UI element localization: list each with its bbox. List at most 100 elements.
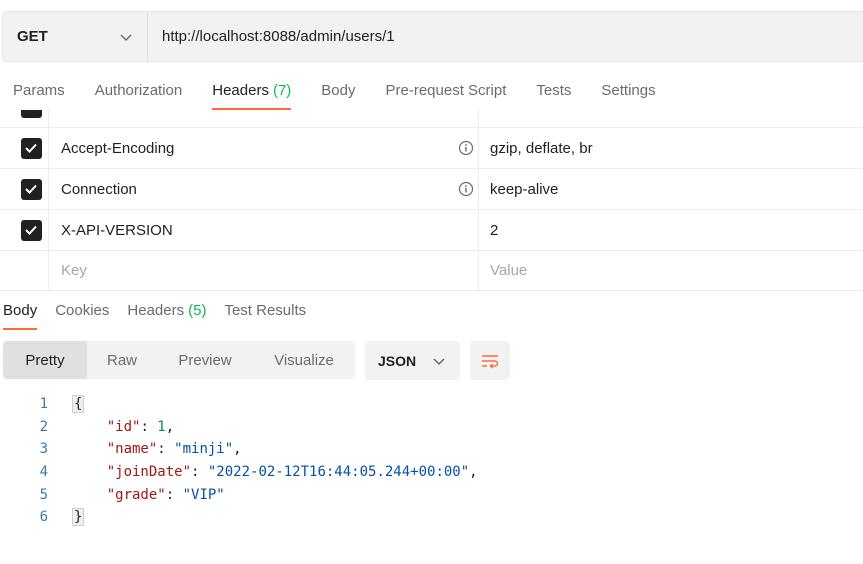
tab-body[interactable]: Body <box>321 80 355 112</box>
value-cell[interactable]: 2 <box>479 210 863 250</box>
visualize-button[interactable]: Visualize <box>253 341 355 379</box>
tab-response-headers[interactable]: Headers (5) <box>127 300 206 332</box>
check-icon <box>25 184 37 194</box>
method-select[interactable]: GET <box>3 12 148 61</box>
tab-cookies[interactable]: Cookies <box>55 300 109 332</box>
header-key: Accept-Encoding <box>61 139 175 157</box>
tab-label: Settings <box>601 82 656 99</box>
language-label: JSON <box>378 352 417 369</box>
value-cell[interactable]: gzip, deflate, br <box>479 128 863 168</box>
tab-label: Body <box>321 82 356 99</box>
json-key: "grade" <box>106 486 166 503</box>
check-icon <box>25 225 37 235</box>
response-body: 1 { 2 "id": 1, 3 "name": "minji", 4 "joi… <box>0 393 478 529</box>
tab-settings[interactable]: Settings <box>601 80 655 112</box>
line-number: 4 <box>39 464 48 481</box>
json-value: "minji" <box>174 441 234 458</box>
checkbox-cell <box>0 128 49 168</box>
tab-label: Test Results <box>224 302 307 319</box>
key-input[interactable]: Key <box>49 251 479 290</box>
tab-pre-request-script[interactable]: Pre-request Script <box>386 80 507 112</box>
headers-table: Accept-Encoding gzip, deflate, br Connec… <box>0 110 863 291</box>
code-line: 1 { <box>0 393 478 416</box>
line-number: 2 <box>39 418 48 435</box>
value-cell[interactable]: keep-alive <box>479 169 863 209</box>
value-placeholder: Value <box>490 262 528 279</box>
checkbox-cell <box>0 251 49 290</box>
info-icon[interactable] <box>458 181 474 197</box>
response-headers-count: (5) <box>188 302 207 319</box>
key-cell[interactable]: Connection <box>49 169 479 209</box>
header-value: gzip, deflate, br <box>490 139 593 157</box>
line-number: 3 <box>39 441 48 458</box>
wrap-lines-button[interactable] <box>470 341 510 380</box>
table-row: X-API-VERSION 2 <box>0 209 863 250</box>
tab-label: Params <box>13 82 65 99</box>
request-tabs: Params Authorization Headers (7) Body Pre… <box>0 80 673 112</box>
tab-label: Body <box>3 302 38 319</box>
tab-label: Pre-request Script <box>385 82 507 99</box>
header-key: X-API-VERSION <box>61 221 173 239</box>
code-line: 3 "name": "minji", <box>0 438 478 461</box>
format-group: Pretty Raw Preview Visualize <box>3 341 355 379</box>
language-select[interactable]: JSON <box>365 341 460 380</box>
url-input[interactable]: http://localhost:8088/admin/users/1 <box>148 12 863 61</box>
checkbox-cell <box>0 110 49 127</box>
tab-label: Authorization <box>94 82 183 99</box>
checkbox[interactable] <box>20 137 42 159</box>
checkbox[interactable] <box>20 110 42 118</box>
code-line: 2 "id": 1, <box>0 416 478 439</box>
json-key: "joinDate" <box>106 464 192 481</box>
tab-label: Tests <box>536 82 572 99</box>
request-bar: GET http://localhost:8088/admin/users/1 <box>2 11 863 62</box>
comma: , <box>233 441 242 458</box>
open-brace: { <box>71 395 85 414</box>
comma: , <box>165 418 175 435</box>
table-row <box>0 110 863 127</box>
check-icon <box>25 143 37 153</box>
url-text: http://localhost:8088/admin/users/1 <box>162 28 395 45</box>
checkbox[interactable] <box>20 178 42 200</box>
line-number: 1 <box>39 396 48 413</box>
header-key: Connection <box>61 180 137 198</box>
value-cell <box>479 110 863 127</box>
response-tabs: Body Cookies Headers (5) Test Results <box>0 300 322 332</box>
json-value: 1 <box>157 418 166 435</box>
close-brace: } <box>71 508 85 527</box>
code-line: 6 } <box>0 506 478 529</box>
json-value: "VIP" <box>182 486 225 503</box>
method-label: GET <box>17 28 48 45</box>
code-line: 4 "joinDate": "2022-02-12T16:44:05.244+0… <box>0 461 478 484</box>
tab-label: Cookies <box>55 302 110 319</box>
tab-label: Headers <box>127 302 185 319</box>
tab-response-body[interactable]: Body <box>3 300 38 332</box>
tab-label: Headers <box>212 82 269 99</box>
tab-tests[interactable]: Tests <box>536 80 571 112</box>
key-cell <box>49 110 479 127</box>
preview-button[interactable]: Preview <box>157 341 253 379</box>
wrap-lines-icon <box>482 354 499 369</box>
line-number: 6 <box>39 509 48 526</box>
tab-params[interactable]: Params <box>13 80 65 112</box>
key-cell[interactable]: Accept-Encoding <box>49 128 479 168</box>
code-line: 5 "grade": "VIP" <box>0 483 478 506</box>
header-value: 2 <box>490 221 499 239</box>
value-input[interactable]: Value <box>479 251 863 290</box>
checkbox-cell <box>0 169 49 209</box>
tab-authorization[interactable]: Authorization <box>95 80 183 112</box>
table-row: Accept-Encoding gzip, deflate, br <box>0 127 863 168</box>
pretty-button[interactable]: Pretty <box>3 341 87 379</box>
checkbox[interactable] <box>20 219 42 241</box>
json-key: "name" <box>106 441 158 458</box>
tab-headers[interactable]: Headers (7) <box>212 80 292 112</box>
headers-count: (7) <box>272 82 292 99</box>
tab-test-results[interactable]: Test Results <box>224 300 306 332</box>
raw-button[interactable]: Raw <box>87 341 157 379</box>
json-value: "2022-02-12T16:44:05.244+00:00" <box>207 464 470 481</box>
key-placeholder: Key <box>61 262 87 279</box>
comma: , <box>469 464 478 481</box>
key-cell[interactable]: X-API-VERSION <box>49 210 479 250</box>
info-icon[interactable] <box>458 140 474 156</box>
line-number: 5 <box>39 486 48 503</box>
json-key: "id" <box>106 418 141 435</box>
